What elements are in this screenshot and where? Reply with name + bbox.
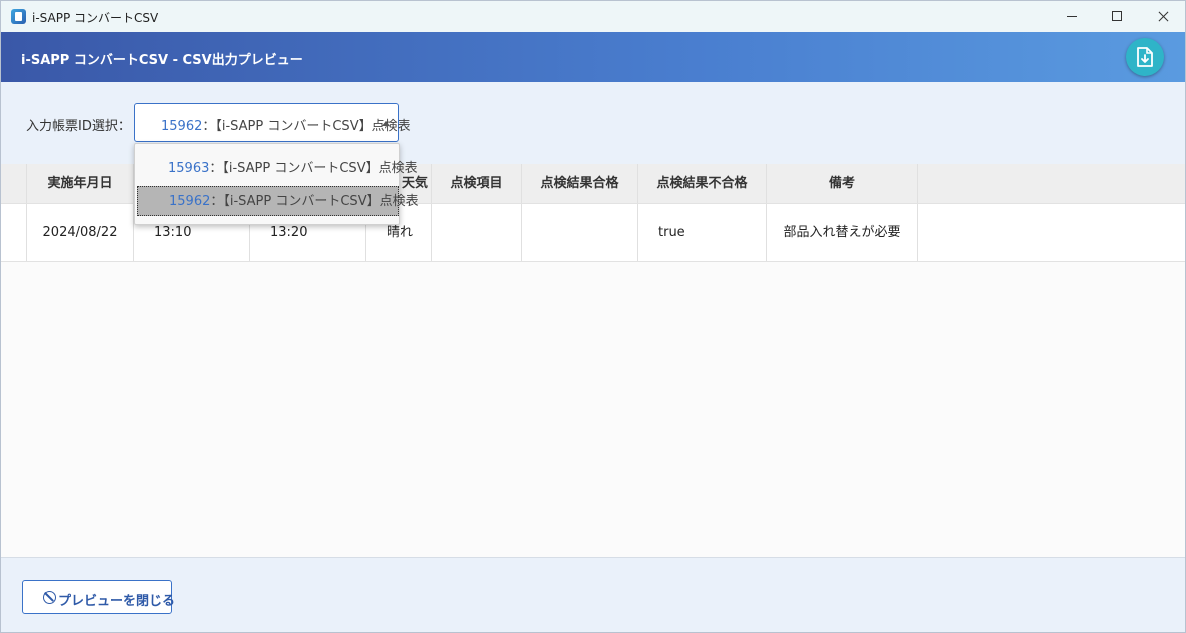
row-header-corner bbox=[1, 164, 27, 203]
close-preview-label: プレビューを閉じる bbox=[58, 594, 176, 609]
footer-bar: プレビューを閉じる bbox=[1, 557, 1185, 632]
maximize-icon bbox=[1112, 11, 1122, 21]
window-title: i-SAPP コンバートCSV bbox=[32, 11, 159, 25]
row-header[interactable] bbox=[1, 204, 27, 261]
cell-notes[interactable]: 部品入れ替えが必要 bbox=[767, 204, 918, 261]
dropdown-option-selected[interactable]: 15962：【i-SAPP コンバートCSV】点検表 bbox=[137, 186, 419, 216]
app-window: i-SAPP コンバートCSV i-SAPP コンバートCSV - CSV出力プ… bbox=[0, 0, 1186, 633]
caret-up-icon[interactable] bbox=[382, 121, 390, 126]
close-preview-button[interactable]: プレビューを閉じる bbox=[22, 580, 176, 614]
minimize-button[interactable] bbox=[1048, 1, 1094, 32]
column-header-pass[interactable]: 点検結果合格 bbox=[522, 164, 638, 203]
file-download-icon bbox=[1137, 47, 1153, 67]
column-header-date[interactable]: 実施年月日 bbox=[27, 164, 134, 203]
form-id-dropdown-list: 15963：【i-SAPP コンバートCSV】点検表 15962：【i-SAPP… bbox=[134, 143, 419, 225]
cell-fail[interactable]: true bbox=[638, 204, 767, 261]
maximize-button[interactable] bbox=[1094, 1, 1140, 32]
column-header-fail[interactable]: 点検結果不合格 bbox=[638, 164, 767, 203]
column-header-notes[interactable]: 備考 bbox=[767, 164, 918, 203]
app-icon bbox=[11, 9, 26, 24]
form-id-select[interactable]: 15962：【i-SAPP コンバートCSV】点検表 bbox=[134, 103, 411, 142]
minimize-icon bbox=[1067, 16, 1077, 17]
ban-icon bbox=[43, 591, 56, 604]
column-header-item[interactable]: 点検項目 bbox=[432, 164, 522, 203]
export-csv-button[interactable] bbox=[1126, 38, 1164, 76]
title-bar: i-SAPP コンバートCSV bbox=[1, 1, 1185, 32]
dropdown-option[interactable]: 15963：【i-SAPP コンバートCSV】点検表 bbox=[137, 154, 418, 184]
page-title: i-SAPP コンバートCSV - CSV出力プレビュー bbox=[21, 53, 303, 68]
selected-value: 15962：【i-SAPP コンバートCSV】点検表 bbox=[161, 119, 411, 134]
cell-item[interactable] bbox=[432, 204, 522, 261]
page-header: i-SAPP コンバートCSV - CSV出力プレビュー bbox=[1, 32, 1185, 82]
form-id-label: 入力帳票ID選択： bbox=[26, 119, 131, 134]
close-window-button[interactable] bbox=[1140, 1, 1186, 32]
cell-date[interactable]: 2024/08/22 bbox=[27, 204, 134, 261]
cell-pass[interactable] bbox=[522, 204, 638, 261]
